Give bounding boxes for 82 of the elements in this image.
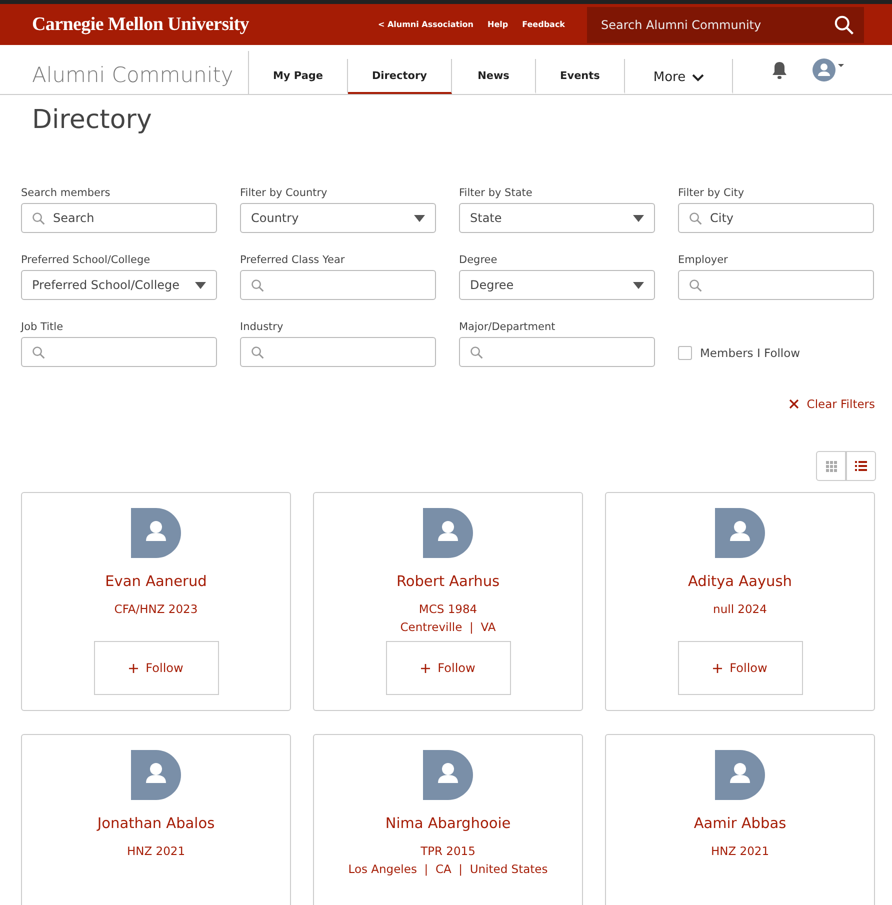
field-label: Search members [21, 187, 112, 199]
caret-icon [195, 282, 206, 288]
search-icon [834, 14, 854, 34]
checkbox[interactable] [678, 346, 692, 360]
search-field[interactable] [678, 270, 874, 300]
field-label: Industry [240, 321, 284, 333]
plus-icon [128, 664, 138, 672]
field-label: Filter by City [678, 187, 746, 199]
search-field[interactable] [21, 337, 217, 367]
member-detail: null 2024 [713, 601, 767, 618]
search-icon [251, 346, 264, 358]
member-name[interactable]: Evan Aanerud [105, 574, 207, 590]
user-menu-icon[interactable] [812, 58, 844, 82]
search-icon [251, 278, 264, 292]
field-label: Filter by State [459, 187, 534, 199]
caret-icon [414, 214, 425, 222]
member-name[interactable]: Jonathan Abalos [97, 816, 215, 832]
nav-tab[interactable]: News [452, 59, 536, 94]
plus-icon [420, 664, 430, 672]
follow-button[interactable]: Follow [94, 641, 218, 695]
nav-tab[interactable]: Directory [348, 59, 452, 94]
search-field[interactable]: Search Alumni Community [587, 6, 864, 42]
page-title: Directory [32, 105, 153, 135]
dropdown[interactable]: Country [240, 203, 436, 233]
search-field[interactable] [240, 337, 436, 367]
member-detail: Centreville | VA [400, 619, 496, 636]
avatar-icon [131, 508, 181, 558]
follow-button[interactable]: Follow [386, 641, 510, 695]
field-label: Major/Department [459, 321, 556, 333]
search-icon [32, 212, 45, 224]
avatar-icon [423, 750, 473, 800]
university-logo[interactable]: Carnegie Mellon University [32, 14, 249, 36]
nav-tab[interactable]: More [625, 59, 733, 94]
list-view-button[interactable] [846, 451, 876, 481]
member-detail: CFA/HNZ 2023 [114, 601, 198, 618]
list-icon [855, 461, 867, 471]
bell-icon[interactable] [771, 60, 788, 78]
avatar-icon [131, 750, 181, 800]
field-label: Job Title [21, 321, 64, 333]
checkbox-label: Members I Follow [700, 346, 800, 360]
member-name[interactable]: Nima Abarghooie [385, 816, 511, 832]
caret-icon [633, 282, 644, 288]
member-name[interactable]: Robert Aarhus [396, 574, 500, 590]
member-name[interactable]: Aamir Abbas [694, 816, 786, 832]
search-icon [689, 212, 702, 224]
search-field[interactable] [240, 270, 436, 300]
member-detail: HNZ 2021 [710, 843, 770, 860]
search-icon [32, 346, 45, 358]
clear-filters-link[interactable]: Clear Filters [788, 397, 875, 411]
member-detail: MCS 1984 [418, 601, 478, 618]
dropdown[interactable]: State [459, 203, 655, 233]
member-detail: HNZ 2021 [126, 843, 186, 860]
member-name[interactable]: Aditya Aayush [688, 574, 792, 590]
site-title[interactable]: Alumni Community [0, 51, 249, 94]
avatar-icon [715, 750, 765, 800]
plus-icon [712, 664, 722, 672]
header-link[interactable]: Feedback [522, 20, 565, 29]
field-label: Employer [678, 254, 729, 266]
follow-button[interactable]: Follow [678, 641, 802, 695]
close-icon [788, 399, 799, 409]
field-label: Preferred Class Year [240, 254, 346, 266]
avatar-icon [715, 508, 765, 558]
dropdown[interactable]: Degree [459, 270, 655, 300]
search-field[interactable]: Search [21, 203, 217, 233]
field-label: Preferred School/College [21, 254, 152, 266]
nav-tab[interactable]: Events [536, 59, 625, 94]
avatar-icon [423, 508, 473, 558]
chevron-icon [692, 74, 704, 82]
nav-tab[interactable]: My Page [249, 59, 348, 94]
member-detail: TPR 2015 [420, 843, 476, 860]
member-detail: Los Angeles | CA | United States [348, 861, 548, 878]
header-link[interactable]: < Alumni Association [378, 20, 474, 29]
dropdown[interactable]: Preferred School/College [21, 270, 217, 300]
search-icon [470, 346, 483, 358]
search-icon [689, 278, 702, 292]
grid-icon [826, 460, 836, 472]
caret-icon [633, 214, 644, 222]
field-label: Degree [459, 254, 498, 266]
search-field[interactable] [459, 337, 655, 367]
field-label: Filter by Country [240, 187, 328, 199]
header-link[interactable]: Help [488, 20, 508, 29]
search-field[interactable]: City [678, 203, 874, 233]
